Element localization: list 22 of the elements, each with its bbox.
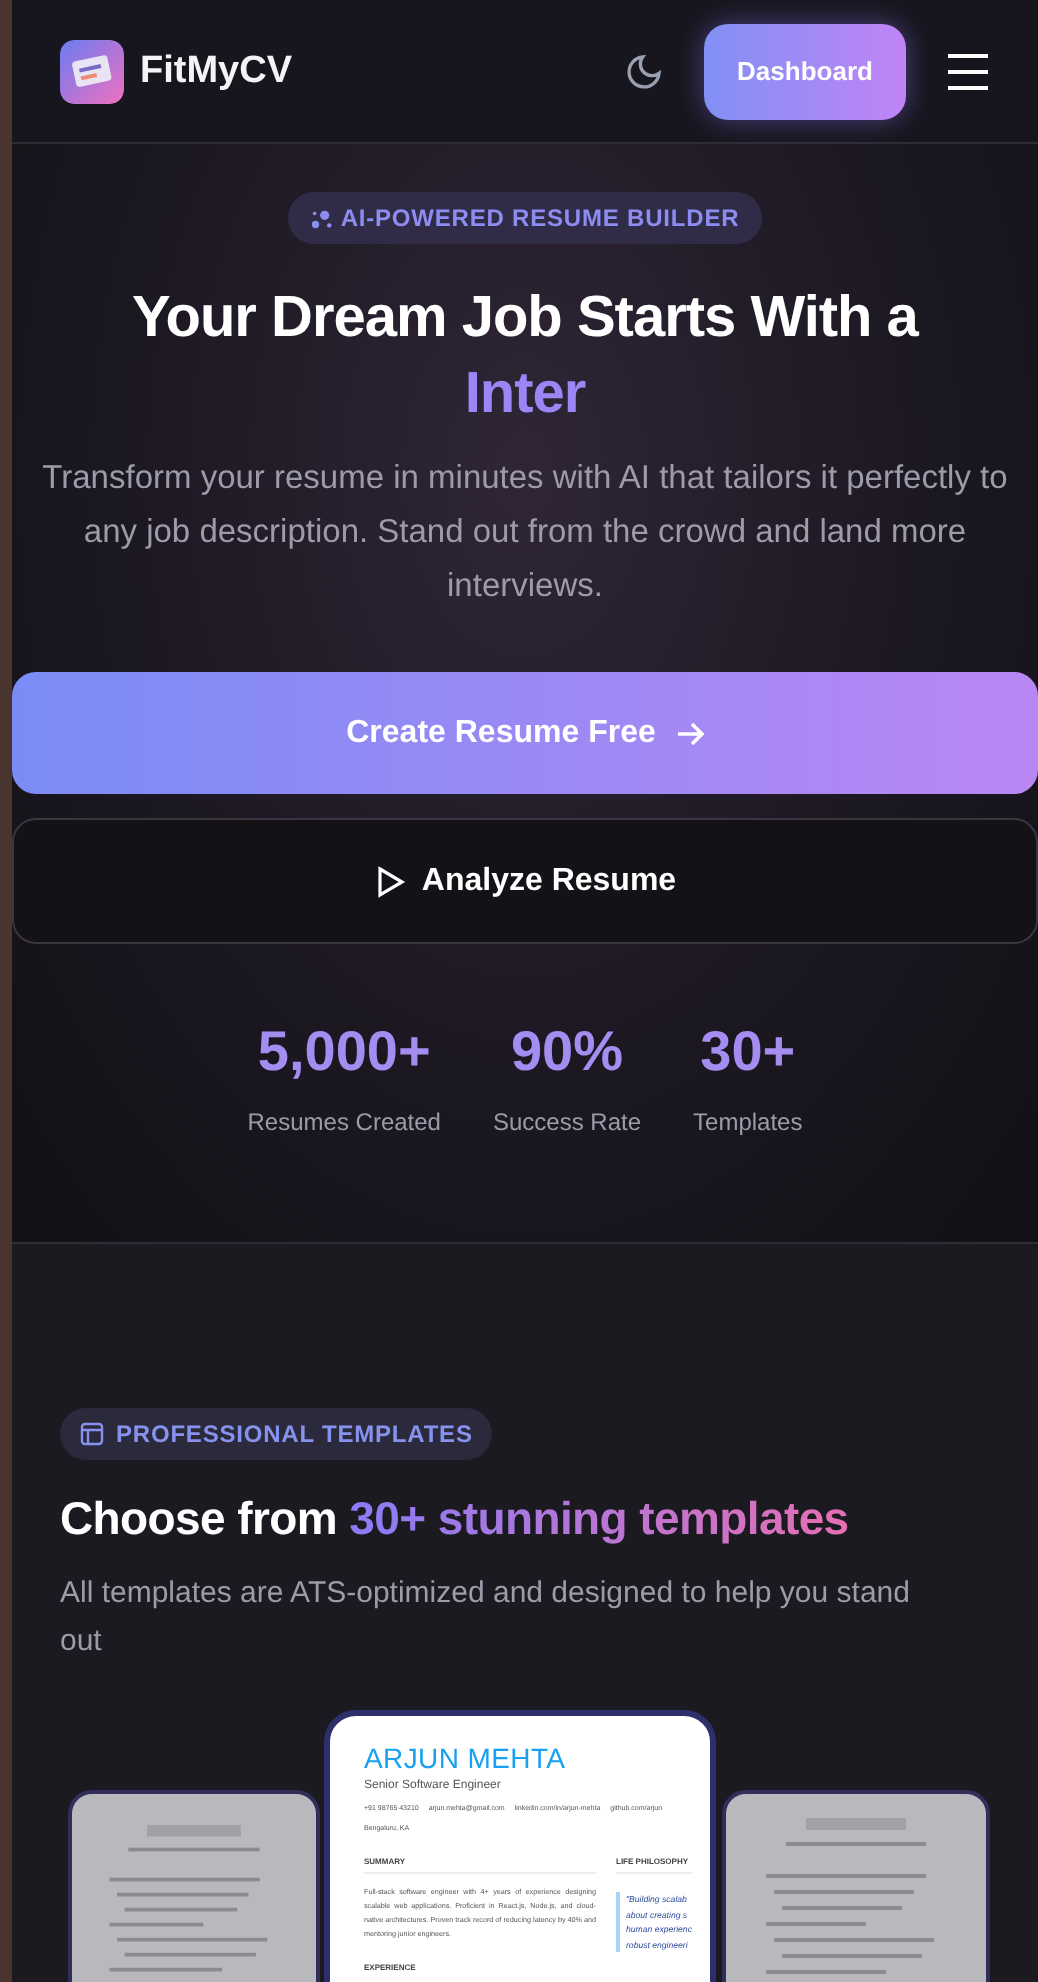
sparkle-icon bbox=[310, 207, 333, 229]
logo-icon bbox=[60, 39, 124, 103]
stat-label: Success Rate bbox=[492, 1108, 642, 1136]
resume-name: ARJUN MEHTA bbox=[364, 1742, 568, 1774]
play-icon bbox=[373, 865, 406, 897]
resume-preview-card[interactable] bbox=[324, 1710, 716, 1982]
stat-value: 30+ bbox=[700, 1020, 796, 1084]
stat-label: Resumes Created bbox=[247, 1108, 441, 1136]
menu-icon[interactable] bbox=[946, 51, 990, 91]
hero-title: Your Dream Job Starts With a Inter bbox=[132, 284, 918, 430]
section-subtitle: All templates are ATS-optimized and designed to help you stand out bbox=[60, 1574, 912, 1662]
brand-name[interactable]: FitMyCV bbox=[140, 49, 624, 93]
analyze-resume-button[interactable]: Analyze Resume bbox=[12, 818, 1038, 944]
moon-icon[interactable] bbox=[624, 51, 664, 91]
stat-value: 5,000+ bbox=[257, 1020, 431, 1084]
stat-label: Templates bbox=[693, 1108, 803, 1136]
feature-badge: AI-POWERED RESUME BUILDER bbox=[288, 192, 762, 244]
hero-subtitle: Transform your resume in minutes with AI that tailors it perfectly to any job description. Stand out from the crowd and land more interviews. bbox=[40, 458, 1010, 608]
section-badge: PROFESSIONAL TEMPLATES bbox=[60, 1408, 493, 1460]
arrow-icon bbox=[675, 719, 704, 747]
stat-value: 90% bbox=[510, 1020, 624, 1084]
layout-icon bbox=[80, 1422, 104, 1446]
